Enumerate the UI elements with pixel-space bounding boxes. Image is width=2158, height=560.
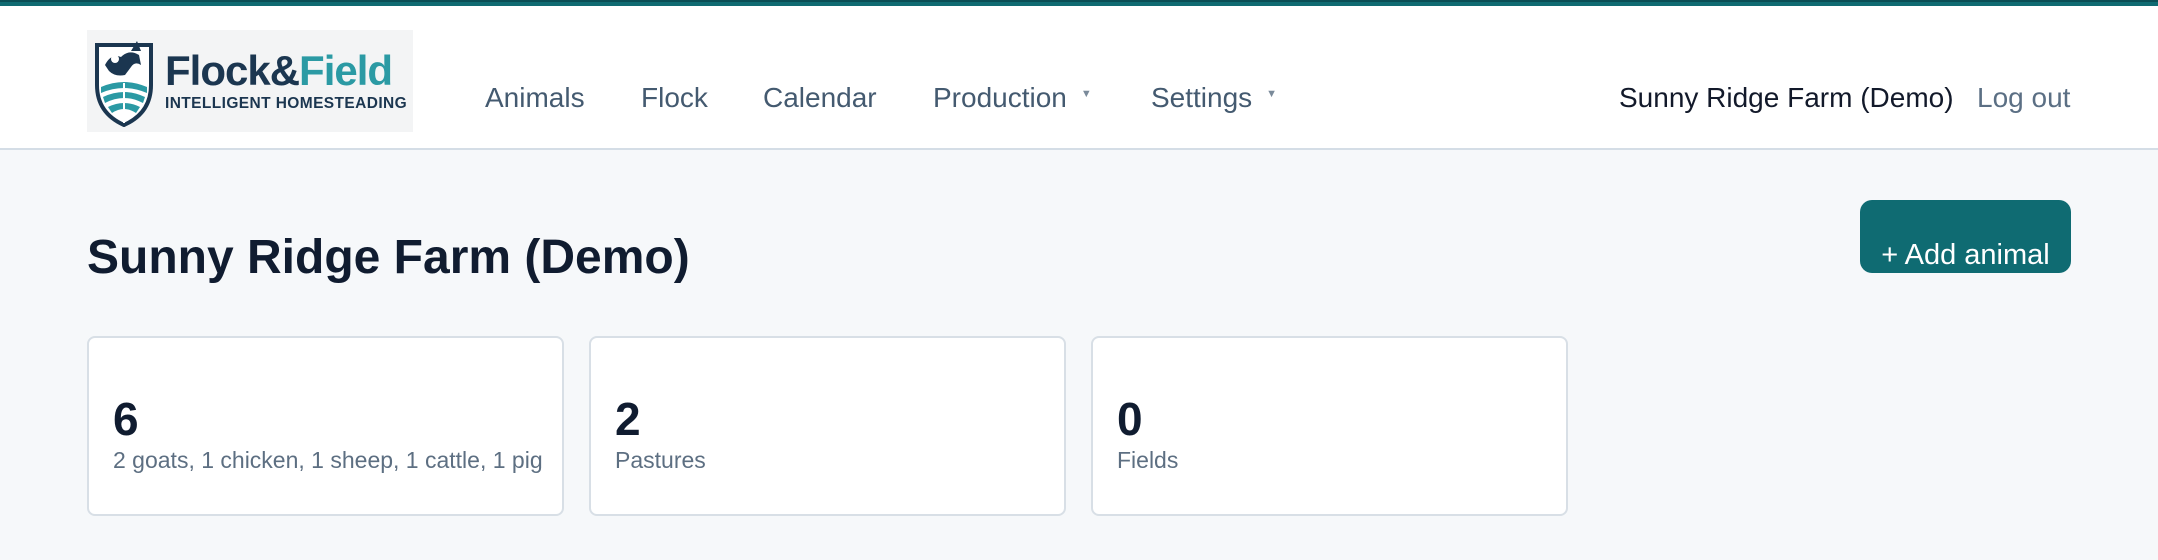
stat-label: Fields [1117, 447, 1179, 473]
stat-label: 2 goats, 1 chicken, 1 sheep, 1 cattle, 1… [113, 447, 543, 473]
logout-link[interactable]: Log out [1977, 82, 2070, 114]
brand-ampersand: & [269, 47, 300, 94]
stat-value: 0 [1117, 393, 1143, 445]
current-farm-name: Sunny Ridge Farm (Demo) [1619, 82, 1954, 113]
nav-flock[interactable]: Flock [641, 82, 708, 114]
nav-calendar[interactable]: Calendar [763, 82, 877, 114]
chevron-down-icon: ▼ [1080, 88, 1092, 100]
brand-word-field: Field [299, 47, 393, 94]
stat-card-pastures: 2 Pastures [589, 336, 1066, 516]
stat-card-fields: 0 Fields [1091, 336, 1568, 516]
nav-settings-label: Settings [1151, 82, 1253, 113]
page-title: Sunny Ridge Farm (Demo) [87, 231, 690, 284]
nav-settings-dropdown[interactable]: Settings ▼ [1151, 82, 1277, 114]
brand-logo[interactable]: Flock&Field INTELLIGENT HOMESTEADING [87, 30, 413, 132]
stat-value: 2 [615, 393, 641, 445]
stat-card-animals: 6 2 goats, 1 chicken, 1 sheep, 1 cattle,… [87, 336, 564, 516]
top-navbar: Flock&Field INTELLIGENT HOMESTEADING Ani… [0, 0, 2158, 150]
farm-crest-icon [95, 41, 153, 127]
nav-animals[interactable]: Animals [485, 82, 585, 114]
brand-tagline: INTELLIGENT HOMESTEADING [165, 95, 408, 112]
stat-value: 6 [113, 393, 139, 445]
stat-label: Pastures [615, 447, 706, 473]
nav-production-label: Production [933, 82, 1067, 113]
nav-calendar-label: Calendar [763, 82, 877, 113]
nav-production-dropdown[interactable]: Production ▼ [933, 82, 1092, 114]
brand-word-flock: Flock [165, 47, 271, 94]
nav-flock-label: Flock [641, 82, 708, 113]
nav-animals-label: Animals [485, 82, 585, 113]
add-animal-button[interactable]: + Add animal [1860, 200, 2071, 273]
chevron-down-icon: ▼ [1266, 88, 1278, 100]
